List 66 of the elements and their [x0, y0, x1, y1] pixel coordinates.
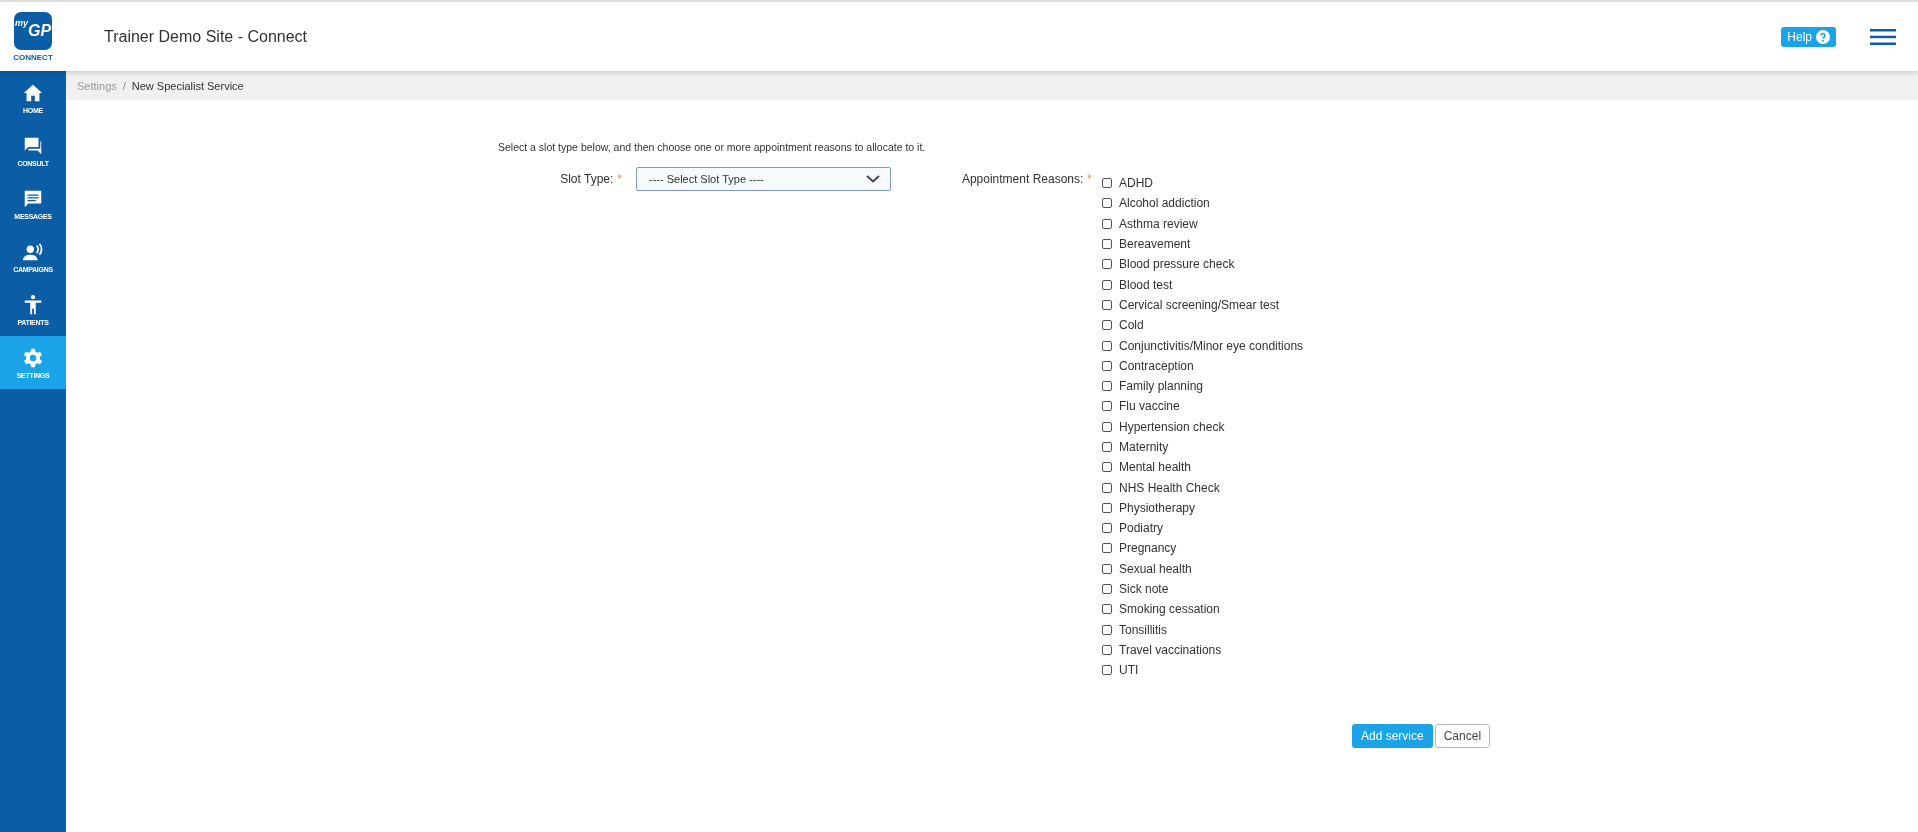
- checkbox[interactable]: [1102, 259, 1112, 270]
- menu-icon[interactable]: [1870, 28, 1896, 45]
- checkbox-label[interactable]: Family planning: [1119, 379, 1204, 394]
- checkbox[interactable]: [1102, 563, 1112, 574]
- checkbox[interactable]: [1102, 604, 1112, 615]
- checkbox-label[interactable]: Hypertension check: [1119, 419, 1225, 434]
- checkbox-label[interactable]: Mental health: [1119, 460, 1192, 475]
- checkbox-label[interactable]: Blood test: [1119, 277, 1173, 292]
- checkbox[interactable]: [1102, 624, 1112, 635]
- checkbox-label[interactable]: Tonsillitis: [1119, 622, 1167, 637]
- question-icon: [1816, 29, 1830, 44]
- checkbox[interactable]: [1102, 482, 1112, 493]
- checkbox[interactable]: [1102, 320, 1112, 331]
- person-icon: [22, 293, 44, 316]
- checkbox-label[interactable]: Cold: [1119, 318, 1144, 333]
- checkbox[interactable]: [1102, 198, 1112, 209]
- checkbox[interactable]: [1102, 401, 1112, 412]
- site-title: Trainer Demo Site - Connect: [104, 27, 309, 46]
- checkbox-label[interactable]: Contraception: [1119, 358, 1194, 373]
- checkbox[interactable]: [1102, 178, 1112, 189]
- required-asterisk: *: [617, 172, 622, 186]
- checkbox[interactable]: [1102, 462, 1112, 473]
- checkbox[interactable]: [1102, 218, 1112, 229]
- instruction-text: Select a slot type below, and then choose one or more appointment reasons to allocate to it.: [498, 141, 927, 153]
- checkbox[interactable]: [1102, 381, 1112, 392]
- checkbox-label[interactable]: Pregnancy: [1119, 541, 1177, 556]
- checkbox-label[interactable]: Physiotherapy: [1119, 500, 1196, 515]
- required-asterisk: *: [1087, 172, 1092, 186]
- breadcrumb-current: New Specialist Service: [131, 79, 244, 92]
- checkbox-label[interactable]: Travel vaccinations: [1119, 642, 1222, 657]
- checkbox-label[interactable]: Bereavement: [1119, 237, 1191, 252]
- field-label: Slot Type:: [560, 172, 614, 186]
- checkbox-label[interactable]: ADHD: [1119, 176, 1153, 191]
- checkbox-label[interactable]: UTI: [1119, 663, 1139, 678]
- checkbox-label[interactable]: Podiatry: [1119, 521, 1164, 536]
- checkbox-label[interactable]: Conjunctivitis/Minor eye conditions: [1119, 338, 1304, 353]
- checkbox-label[interactable]: Smoking cessation: [1119, 602, 1220, 617]
- checkbox[interactable]: [1102, 543, 1112, 554]
- checkbox-label[interactable]: Blood pressure check: [1119, 257, 1235, 272]
- checkbox-label[interactable]: Sick note: [1119, 582, 1169, 597]
- checkbox-label[interactable]: NHS Health Check: [1119, 480, 1220, 495]
- checkbox[interactable]: [1102, 523, 1112, 534]
- checkbox[interactable]: [1102, 279, 1112, 290]
- checkbox[interactable]: [1102, 239, 1112, 250]
- checkbox-label[interactable]: Sexual health: [1119, 561, 1192, 576]
- checkbox-label[interactable]: Flu vaccine: [1119, 399, 1180, 414]
- checkbox[interactable]: [1102, 442, 1112, 452]
- checkbox[interactable]: [1102, 299, 1112, 310]
- checkbox-label[interactable]: Asthma review: [1119, 216, 1198, 231]
- checkbox[interactable]: [1102, 584, 1112, 595]
- settings-icon: [22, 346, 44, 369]
- checkbox[interactable]: [1102, 421, 1112, 432]
- checkbox-label[interactable]: Cervical screening/Smear test: [1119, 297, 1280, 312]
- checkbox-label[interactable]: Alcohol addiction: [1119, 196, 1210, 211]
- checkbox[interactable]: [1102, 340, 1112, 351]
- slot-type-dropdown[interactable]: ---- Select Slot Type ----: [636, 167, 891, 191]
- field-label: Appointment Reasons:: [961, 172, 1084, 186]
- chevron-down-icon: [866, 175, 880, 183]
- checkbox[interactable]: [1102, 665, 1112, 676]
- checkbox[interactable]: [1102, 360, 1112, 371]
- breadcrumb-separator: /: [122, 79, 126, 92]
- checkbox[interactable]: [1102, 644, 1112, 655]
- cancel-button[interactable]: Cancel: [1434, 724, 1491, 749]
- logo-caption: CONNECT: [13, 52, 53, 62]
- checkbox-label[interactable]: Maternity: [1119, 440, 1169, 454]
- checkbox[interactable]: [1102, 502, 1112, 513]
